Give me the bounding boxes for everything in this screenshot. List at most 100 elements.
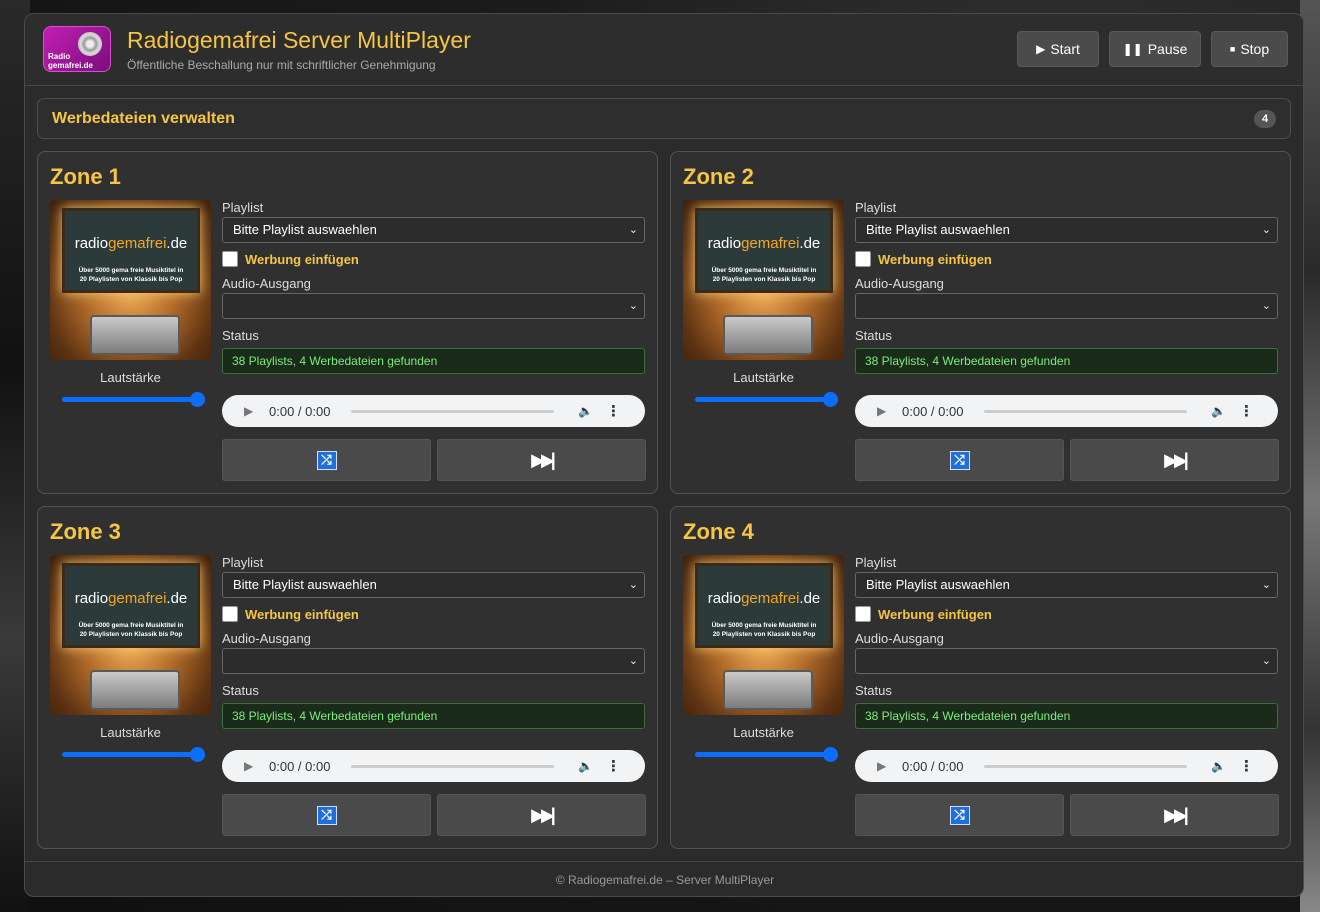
cover-brand-b: gemafrei [741,235,800,252]
volume-slider-thumb[interactable] [190,747,205,762]
more-options-icon[interactable]: ⋮ [1239,402,1254,420]
shuffle-button[interactable]: ⤮ [222,794,431,836]
skip-next-icon: ▶▶| [1164,804,1189,825]
chevron-down-icon: ⌄ [628,300,638,312]
playlist-select[interactable]: Bitte Playlist auswaehlen ⌄ [222,572,645,598]
volume-slider-thumb[interactable] [190,392,205,407]
volume-icon[interactable]: 🔈 [1211,759,1227,773]
cover-brand: radiogemafrei.de [65,590,197,607]
stop-button[interactable]: ■ Stop [1211,31,1288,67]
cover-brand-a: radio [74,235,109,252]
insert-ads-checkbox[interactable] [855,251,871,267]
playlist-select-value: Bitte Playlist auswaehlen [866,577,1010,592]
ads-manager-panel[interactable]: Werbedateien verwalten 4 [37,98,1291,139]
play-icon[interactable]: ▶ [877,759,889,773]
shuffle-icon: ⤮ [316,450,337,470]
audio-output-label: Audio-Ausgang [222,276,311,291]
zone-title: Zone 4 [683,519,754,544]
app-logo: Radio gemafrei.de [43,26,111,72]
cover-line2: 20 Playlisten von Klassik bis Pop [712,276,816,283]
ads-manager-title: Werbedateien verwalten [52,110,235,127]
insert-ads-label: Werbung einfügen [245,606,359,622]
header: Radio gemafrei.de Radiogemafrei Server M… [25,14,1303,86]
audio-time: 0:00 / 0:00 [902,758,964,774]
audio-progress-bar[interactable] [351,409,554,413]
shuffle-button[interactable]: ⤮ [222,439,431,481]
cover-brand: radiogemafrei.de [698,235,830,252]
start-button[interactable]: ▶ Start [1017,31,1099,67]
chevron-down-icon: ⌄ [628,579,638,591]
insert-ads-checkbox[interactable] [222,606,238,622]
audio-output-select[interactable]: ⌄ [855,293,1278,319]
playlist-select[interactable]: Bitte Playlist auswaehlen ⌄ [855,572,1278,598]
next-track-button[interactable]: ▶▶| [437,794,646,836]
chevron-down-icon: ⌄ [1261,655,1271,667]
volume-slider-thumb[interactable] [823,392,838,407]
zone-card-2: Zone 2 radiogemafrei.de Über 5000 gema f… [670,151,1291,494]
volume-slider[interactable] [62,747,205,762]
skip-next-icon: ▶▶| [531,804,556,825]
shuffle-button[interactable]: ⤮ [855,794,1064,836]
insert-ads-row: Werbung einfügen [222,606,359,622]
audio-player: ▶ 0:00 / 0:00 🔈 ⋮ [855,395,1278,427]
start-button-label: Start [1050,41,1080,57]
chevron-down-icon: ⌄ [1261,579,1271,591]
pause-button[interactable]: ❚❚ Pause [1109,31,1201,67]
cover-brand-b: gemafrei [741,590,800,607]
audio-output-select[interactable]: ⌄ [222,293,645,319]
volume-slider-thumb[interactable] [823,747,838,762]
speaker-image [723,670,813,710]
more-options-icon[interactable]: ⋮ [606,402,621,420]
status-message: 38 Playlists, 4 Werbedateien gefunden [222,703,645,729]
insert-ads-label: Werbung einfügen [878,251,992,267]
audio-output-select[interactable]: ⌄ [855,648,1278,674]
audio-progress-bar[interactable] [984,764,1187,768]
audio-output-select[interactable]: ⌄ [222,648,645,674]
audio-player: ▶ 0:00 / 0:00 🔈 ⋮ [855,750,1278,782]
insert-ads-checkbox[interactable] [855,606,871,622]
play-icon[interactable]: ▶ [244,759,256,773]
volume-slider[interactable] [695,747,838,762]
audio-progress-bar[interactable] [984,409,1187,413]
audio-progress-bar[interactable] [351,764,554,768]
zone-cover-image: radiogemafrei.de Über 5000 gema freie Mu… [683,555,844,715]
playlist-select-value: Bitte Playlist auswaehlen [866,222,1010,237]
volume-icon[interactable]: 🔈 [1211,404,1227,418]
more-options-icon[interactable]: ⋮ [606,757,621,775]
cover-brand-b: gemafrei [108,235,167,252]
playlist-label: Playlist [855,200,897,215]
cover-board: radiogemafrei.de Über 5000 gema freie Mu… [695,563,833,648]
page-title: Radiogemafrei Server MultiPlayer [127,27,471,53]
shuffle-button[interactable]: ⤮ [855,439,1064,481]
playlist-select[interactable]: Bitte Playlist auswaehlen ⌄ [855,217,1278,243]
chevron-down-icon: ⌄ [1261,300,1271,312]
more-options-icon[interactable]: ⋮ [1239,757,1254,775]
next-track-button[interactable]: ▶▶| [1070,794,1279,836]
cover-brand-c: .de [166,235,188,252]
volume-slider[interactable] [695,392,838,407]
status-label: Status [855,683,892,698]
audio-output-label: Audio-Ausgang [855,631,944,646]
chevron-down-icon: ⌄ [628,224,638,236]
cover-description: Über 5000 gema freie Musiktitel in 20 Pl… [698,266,830,284]
volume-label: Lautstärke [100,370,161,385]
volume-slider[interactable] [62,392,205,407]
playlist-select[interactable]: Bitte Playlist auswaehlen ⌄ [222,217,645,243]
cover-line2: 20 Playlisten von Klassik bis Pop [79,631,183,638]
volume-icon[interactable]: 🔈 [578,759,594,773]
volume-icon[interactable]: 🔈 [578,404,594,418]
stop-button-label: Stop [1240,41,1270,57]
play-icon[interactable]: ▶ [877,404,889,418]
cover-description: Über 5000 gema freie Musiktitel in 20 Pl… [65,621,197,639]
cover-board: radiogemafrei.de Über 5000 gema freie Mu… [62,208,200,293]
status-message: 38 Playlists, 4 Werbedateien gefunden [855,348,1278,374]
pause-icon: ❚❚ [1122,42,1143,56]
status-label: Status [855,328,892,343]
next-track-button[interactable]: ▶▶| [437,439,646,481]
insert-ads-checkbox[interactable] [222,251,238,267]
insert-ads-label: Werbung einfügen [245,251,359,267]
footer: © Radiogemafrei.de – Server MultiPlayer [25,861,1303,896]
ads-count-badge: 4 [1254,110,1276,128]
play-icon[interactable]: ▶ [244,404,256,418]
next-track-button[interactable]: ▶▶| [1070,439,1279,481]
